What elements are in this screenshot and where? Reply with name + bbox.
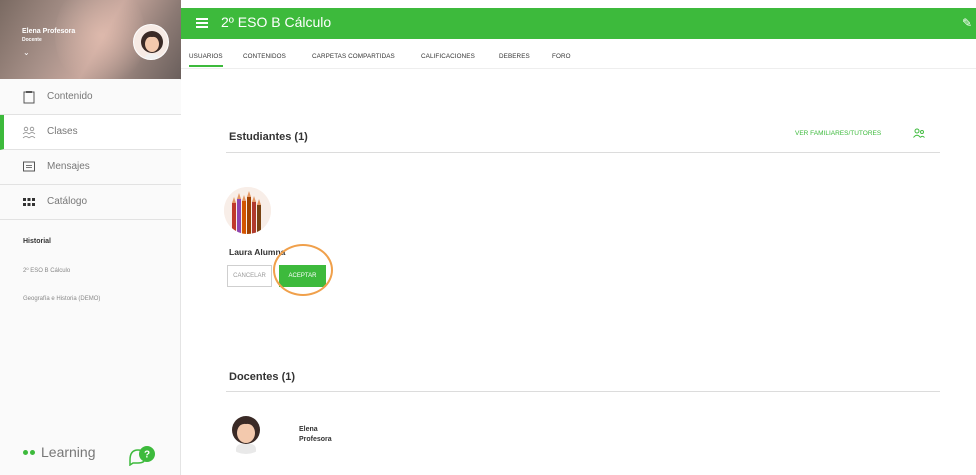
tab-forum[interactable]: FORO: [552, 53, 571, 60]
guardians-icon[interactable]: [913, 128, 925, 138]
accept-button[interactable]: ACEPTAR: [279, 265, 326, 287]
student-avatar: [224, 187, 271, 234]
sidebar-item-catalog[interactable]: Catálogo: [0, 185, 181, 220]
brand-name: Learning: [41, 444, 96, 460]
avatar: [133, 24, 169, 60]
tab-bar: USUARIOS CONTENIDOS CARPETAS COMPARTIDAS…: [181, 39, 976, 69]
sidebar-item-label: Contenido: [47, 91, 93, 102]
sidebar-item-label: Clases: [47, 126, 78, 137]
profile-card[interactable]: Elena Profesora Docente ⌄: [0, 0, 181, 79]
teacher-last-name: Profesora: [299, 436, 332, 443]
tab-grades[interactable]: CALIFICACIONES: [421, 53, 475, 60]
history-title: Historial: [23, 238, 52, 245]
sidebar-item-classes[interactable]: Clases: [0, 115, 181, 150]
profile-role: Docente: [22, 37, 42, 43]
divider: [226, 152, 940, 153]
messages-icon: [23, 161, 35, 172]
student-name: Laura Alumna: [229, 247, 286, 257]
chat-badge: ?: [144, 450, 150, 461]
teacher-first-name: Elena: [299, 426, 318, 433]
students-title: Estudiantes (1): [229, 131, 308, 143]
tab-users[interactable]: USUARIOS: [189, 53, 223, 67]
teacher-avatar: [224, 410, 268, 454]
chevron-down-icon[interactable]: ⌄: [23, 48, 30, 57]
sidebar: Elena Profesora Docente ⌄ Contenido Clas…: [0, 0, 181, 475]
history-item[interactable]: Geografía e Historia (DEMO): [23, 296, 100, 302]
sidebar-item-label: Catálogo: [47, 196, 88, 207]
divider: [226, 391, 940, 392]
page-title: 2º ESO B Cálculo: [221, 14, 332, 30]
sidebar-item-content[interactable]: Contenido: [0, 80, 181, 115]
teacher-name: Elena Profesora: [299, 425, 332, 445]
view-guardians-link[interactable]: VER FAMILIARES/TUTORES: [795, 130, 881, 137]
teachers-title: Docentes (1): [229, 371, 296, 383]
tab-contents[interactable]: CONTENIDOS: [243, 53, 286, 60]
cancel-button[interactable]: CANCELAR: [227, 265, 272, 287]
content-icon: [23, 91, 35, 104]
profile-banner: [55, 0, 145, 79]
menu-icon[interactable]: [196, 18, 208, 28]
tab-shared-folders[interactable]: CARPETAS COMPARTIDAS: [312, 53, 395, 60]
tab-homework[interactable]: DEBERES: [499, 53, 530, 60]
chat-help-icon[interactable]: ?: [127, 444, 157, 466]
profile-name: Elena Profesora: [22, 28, 76, 35]
edit-icon[interactable]: ✎: [962, 16, 972, 30]
brand-dots-icon: [23, 450, 37, 456]
header-bar: 2º ESO B Cálculo ✎: [181, 8, 976, 39]
sidebar-item-label: Mensajes: [47, 161, 90, 172]
classes-icon: [22, 126, 36, 139]
sidebar-item-messages[interactable]: Mensajes: [0, 150, 181, 185]
history-item[interactable]: 2º ESO B Cálculo: [23, 268, 70, 274]
catalog-icon: [23, 198, 35, 206]
